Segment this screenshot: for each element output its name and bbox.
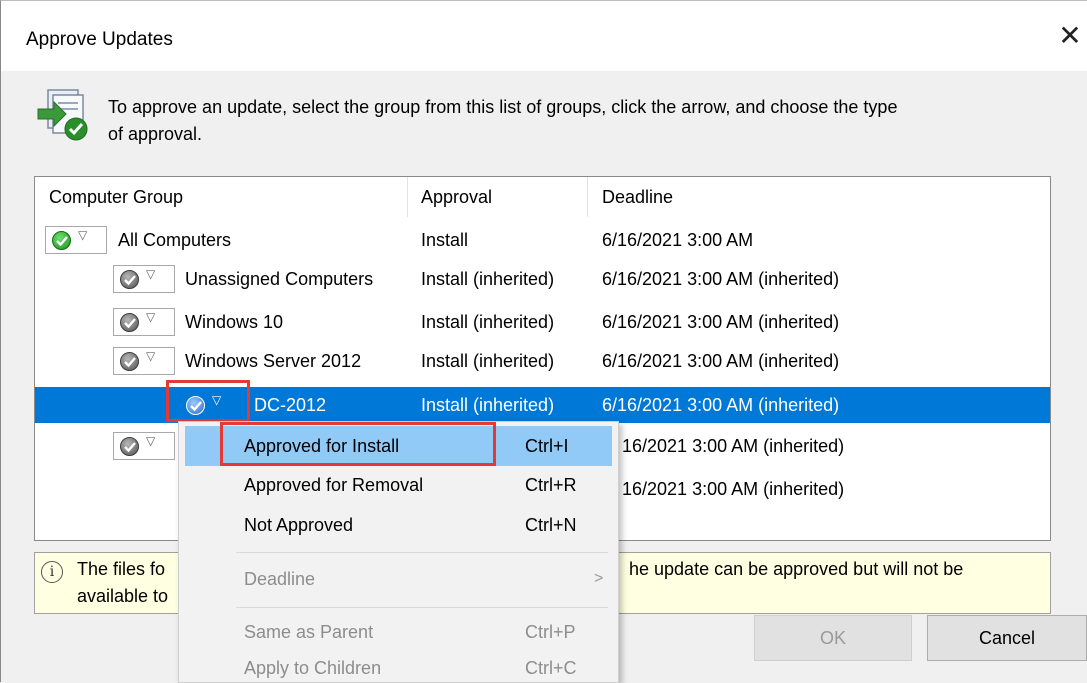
group-name: DC-2012 bbox=[254, 395, 327, 415]
column-divider[interactable] bbox=[587, 177, 588, 217]
chevron-down-icon: ▽ bbox=[146, 349, 156, 363]
ok-button[interactable]: OK bbox=[754, 615, 912, 661]
cancel-button[interactable]: Cancel bbox=[927, 615, 1087, 661]
deadline-value: 6/16/2021 3:00 AM (inherited) bbox=[602, 395, 840, 415]
group-name: Windows 10 bbox=[185, 312, 284, 332]
deadline-value: 6/16/2021 3:00 AM (inherited) bbox=[602, 351, 840, 371]
table-row[interactable]: ▽ Windows Server 2012 Install (inherited… bbox=[35, 343, 1050, 379]
deadline-value: 16/2021 3:00 AM (inherited) bbox=[622, 479, 845, 499]
menu-item-same-as-parent[interactable]: Same as Parent Ctrl+P bbox=[185, 612, 612, 652]
approval-dropdown-button[interactable]: ▽ bbox=[113, 265, 175, 293]
approval-dropdown-button[interactable]: ▽ bbox=[113, 432, 175, 460]
table-row[interactable]: ▽ Unassigned Computers Install (inherite… bbox=[35, 261, 1050, 297]
chevron-down-icon: ▽ bbox=[78, 228, 88, 242]
approve-update-icon bbox=[37, 89, 88, 141]
group-name: All Computers bbox=[118, 230, 232, 250]
deadline-value: 6/16/2021 3:00 AM (inherited) bbox=[602, 269, 840, 289]
group-name: Unassigned Computers bbox=[185, 269, 374, 289]
deadline-value: 6/16/2021 3:00 AM bbox=[602, 230, 754, 250]
info-icon: i bbox=[41, 561, 63, 583]
column-header-computer-group[interactable]: Computer Group bbox=[49, 177, 183, 217]
approval-value: Install (inherited) bbox=[421, 351, 555, 371]
title-bar: Approve Updates ✕ bbox=[1, 1, 1087, 71]
info-text-line1-end: he update can be approved but will not b… bbox=[629, 559, 964, 579]
deadline-value: 6/16/2021 3:00 AM (inherited) bbox=[602, 312, 840, 332]
table-row[interactable]: ▽ All Computers Install 6/16/2021 3:00 A… bbox=[35, 222, 1050, 258]
menu-separator bbox=[236, 607, 608, 608]
approval-dropdown-button[interactable]: ▽ bbox=[113, 347, 175, 375]
menu-separator bbox=[236, 552, 608, 553]
menu-item-apply-to-children[interactable]: Apply to Children Ctrl+C bbox=[185, 648, 612, 682]
approval-dropdown-button[interactable]: ▽ bbox=[113, 308, 175, 336]
approved-status-icon bbox=[120, 352, 139, 371]
chevron-down-icon: ▽ bbox=[146, 267, 156, 281]
dialog-title: Approve Updates bbox=[26, 29, 173, 50]
chevron-down-icon: ▽ bbox=[146, 310, 156, 324]
approval-value: Install (inherited) bbox=[421, 269, 555, 289]
approval-value: Install bbox=[421, 230, 469, 250]
info-text-line2: available to bbox=[77, 586, 169, 606]
instruction-text: To approve an update, select the group f… bbox=[108, 97, 898, 144]
table-row[interactable]: ▽ Windows 10 Install (inherited) 6/16/20… bbox=[35, 304, 1050, 340]
close-icon[interactable]: ✕ bbox=[1053, 19, 1087, 53]
info-text-line1: The files fo bbox=[77, 559, 166, 579]
column-divider[interactable] bbox=[407, 177, 408, 217]
column-header-deadline[interactable]: Deadline bbox=[602, 177, 673, 217]
menu-item-deadline[interactable]: Deadline > bbox=[185, 559, 612, 599]
approved-status-icon bbox=[120, 270, 139, 289]
group-name: Windows Server 2012 bbox=[185, 351, 362, 371]
menu-item-approved-for-removal[interactable]: Approved for Removal Ctrl+R bbox=[185, 465, 612, 505]
column-header-approval[interactable]: Approval bbox=[421, 177, 492, 217]
menu-item-not-approved[interactable]: Not Approved Ctrl+N bbox=[185, 505, 612, 545]
approval-value: Install (inherited) bbox=[421, 395, 555, 415]
approved-status-icon bbox=[120, 437, 139, 456]
approval-value: Install (inherited) bbox=[421, 312, 555, 332]
approved-status-icon bbox=[52, 231, 71, 250]
approved-status-icon bbox=[120, 313, 139, 332]
highlight-callout-approved-for-install bbox=[220, 422, 496, 466]
approval-dropdown-button[interactable]: ▽ bbox=[45, 226, 107, 254]
chevron-right-icon: > bbox=[594, 570, 604, 587]
approve-updates-dialog: Approve Updates ✕ To approve an update, … bbox=[0, 0, 1087, 683]
highlight-callout-dropdown bbox=[166, 380, 250, 422]
deadline-value: 16/2021 3:00 AM (inherited) bbox=[622, 436, 845, 456]
chevron-down-icon: ▽ bbox=[146, 434, 156, 448]
